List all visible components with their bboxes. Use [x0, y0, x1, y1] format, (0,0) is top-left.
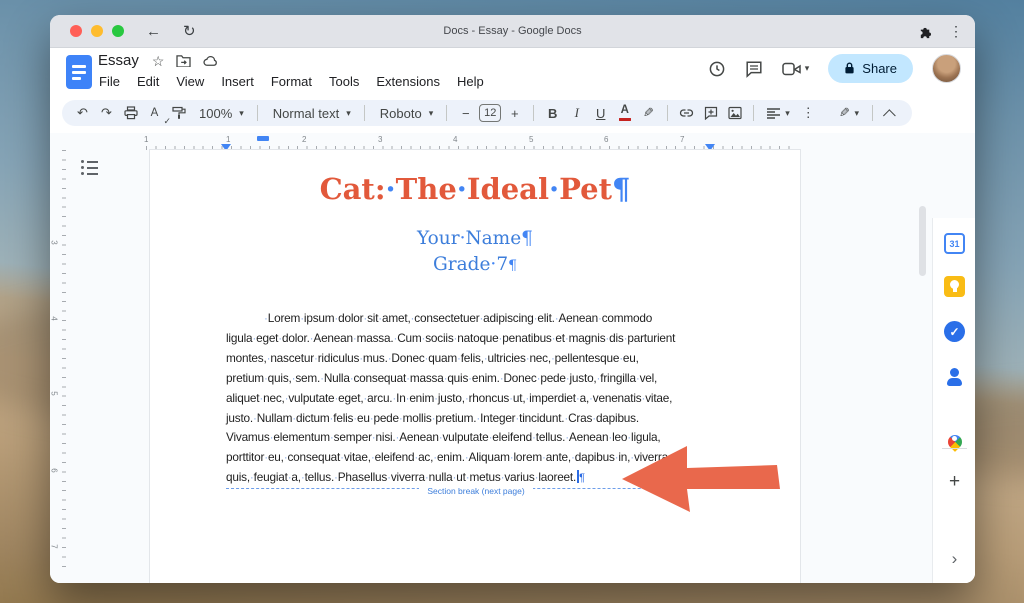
horizontal-ruler[interactable]: 1 1 2 3 4 5 6 7 — [67, 135, 931, 150]
desktop-background: { "browser": { "tab_title": "Docs - Essa… — [0, 0, 1024, 603]
insert-link-button[interactable] — [676, 102, 697, 124]
browser-window: ← ↻ Docs - Essay - Google Docs ⋮ Essay ☆ — [50, 15, 975, 583]
redo-button[interactable]: ↷ — [96, 102, 117, 124]
pilcrow-mark: ¶ — [508, 258, 517, 274]
hide-menus-button[interactable] — [881, 102, 902, 124]
paint-format-button[interactable] — [168, 102, 189, 124]
decrease-font-size-button[interactable]: − — [455, 102, 476, 124]
menu-help[interactable]: Help — [457, 74, 484, 89]
browser-toolbar: ← ↻ Docs - Essay - Google Docs ⋮ — [50, 15, 975, 48]
spell-check-button[interactable]: A✓ — [144, 102, 165, 124]
add-comment-button[interactable] — [700, 102, 721, 124]
pilcrow-mark: ¶ — [521, 228, 533, 249]
menu-bar: File Edit View Insert Format Tools Exten… — [99, 74, 484, 89]
google-tasks-icon[interactable]: ✓ — [944, 321, 965, 342]
browser-menu-kebab-icon[interactable]: ⋮ — [949, 23, 963, 40]
menu-edit[interactable]: Edit — [137, 74, 159, 89]
version-history-icon[interactable] — [708, 60, 726, 78]
chevron-down-icon: ▾ — [785, 108, 790, 119]
italic-button[interactable]: I — [566, 102, 587, 124]
join-call-control[interactable]: ▾ — [782, 62, 810, 76]
editor-workspace: 1 1 2 3 4 5 6 7 3 4 5 6 7 Cat:·The·Ideal… — [50, 133, 975, 583]
paragraph-style-select[interactable]: Normal text ▾ — [266, 102, 356, 124]
essay-grade[interactable]: Grade·7¶ — [150, 254, 800, 275]
get-add-ons-button[interactable]: + — [944, 471, 965, 492]
extensions-puzzle-icon[interactable] — [918, 24, 933, 39]
star-document-icon[interactable]: ☆ — [152, 54, 165, 68]
zoom-select[interactable]: 100% ▾ — [192, 102, 249, 124]
toolbar-area: ↶ ↷ A✓ 100% ▾ Normal text ▾ Roboto ▾ — [50, 100, 975, 133]
hide-side-panel-button[interactable]: › — [944, 548, 965, 569]
editing-mode-select[interactable]: ✎ ▾ — [834, 102, 864, 124]
document-page[interactable]: Cat:·The·Ideal·Pet¶ Your·Name¶ Grade·7¶ … — [150, 150, 800, 583]
print-button[interactable] — [120, 102, 141, 124]
essay-title[interactable]: Cat:·The·Ideal·Pet¶ — [150, 172, 800, 206]
document-title-field[interactable]: Essay — [98, 52, 139, 69]
chevron-down-icon[interactable]: ▾ — [805, 63, 810, 74]
document-outline-icon[interactable] — [81, 160, 98, 175]
google-keep-icon[interactable] — [944, 276, 965, 297]
comments-icon[interactable] — [745, 60, 763, 78]
first-line-indent-marker[interactable] — [257, 136, 269, 141]
account-avatar[interactable] — [932, 54, 961, 83]
font-size-input[interactable]: 12 — [479, 104, 501, 122]
align-select[interactable]: ▾ — [762, 102, 795, 124]
undo-button[interactable]: ↶ — [72, 102, 93, 124]
ruler-ticks — [62, 150, 66, 573]
chevron-down-icon: ▾ — [239, 108, 244, 119]
essay-author[interactable]: Your·Name¶ — [150, 228, 800, 249]
font-family-select[interactable]: Roboto ▾ — [373, 102, 438, 124]
cloud-saved-icon[interactable] — [203, 55, 219, 67]
highlight-color-button[interactable]: ✎ — [638, 102, 659, 124]
menu-extensions[interactable]: Extensions — [376, 74, 440, 89]
formatting-toolbar: ↶ ↷ A✓ 100% ▾ Normal text ▾ Roboto ▾ — [62, 100, 912, 126]
chevron-down-icon: ▾ — [346, 108, 351, 119]
docs-header: Essay ☆ File Edit View Insert Format Too… — [50, 48, 975, 100]
chevron-down-icon: ▾ — [429, 108, 434, 119]
insert-image-button[interactable] — [724, 102, 745, 124]
vertical-scrollbar[interactable] — [919, 206, 926, 276]
menu-view[interactable]: View — [176, 74, 204, 89]
more-options-button[interactable]: ⋮ — [798, 102, 819, 124]
underline-button[interactable]: U — [590, 102, 611, 124]
section-break: Section break (next page) — [226, 488, 726, 507]
bold-button[interactable]: B — [542, 102, 563, 124]
sidebar-divider — [942, 448, 967, 449]
chevron-down-icon: ▾ — [854, 108, 859, 119]
menu-format[interactable]: Format — [271, 74, 312, 89]
increase-font-size-button[interactable]: + — [504, 102, 525, 124]
text-color-button[interactable]: A — [614, 102, 635, 124]
pen-icon: ✎ — [839, 105, 850, 121]
vertical-ruler[interactable]: 3 4 5 6 7 — [50, 150, 67, 583]
share-button[interactable]: Share — [828, 54, 913, 83]
companion-sidebar: 31 ✓ + › — [932, 218, 975, 583]
pilcrow-mark: ¶ — [579, 472, 585, 484]
move-to-folder-icon[interactable] — [176, 54, 191, 67]
google-docs-icon[interactable] — [66, 55, 92, 89]
essay-body[interactable]: ·Lorem·ipsum·dolor·sit·amet,·consectetue… — [226, 309, 675, 489]
menu-file[interactable]: File — [99, 74, 120, 89]
browser-tab-title: Docs - Essay - Google Docs — [50, 25, 975, 37]
pilcrow-mark: ¶ — [612, 172, 630, 206]
menu-insert[interactable]: Insert — [221, 74, 254, 89]
google-contacts-icon[interactable] — [944, 366, 965, 387]
menu-tools[interactable]: Tools — [329, 74, 359, 89]
google-calendar-icon[interactable]: 31 — [944, 233, 965, 254]
